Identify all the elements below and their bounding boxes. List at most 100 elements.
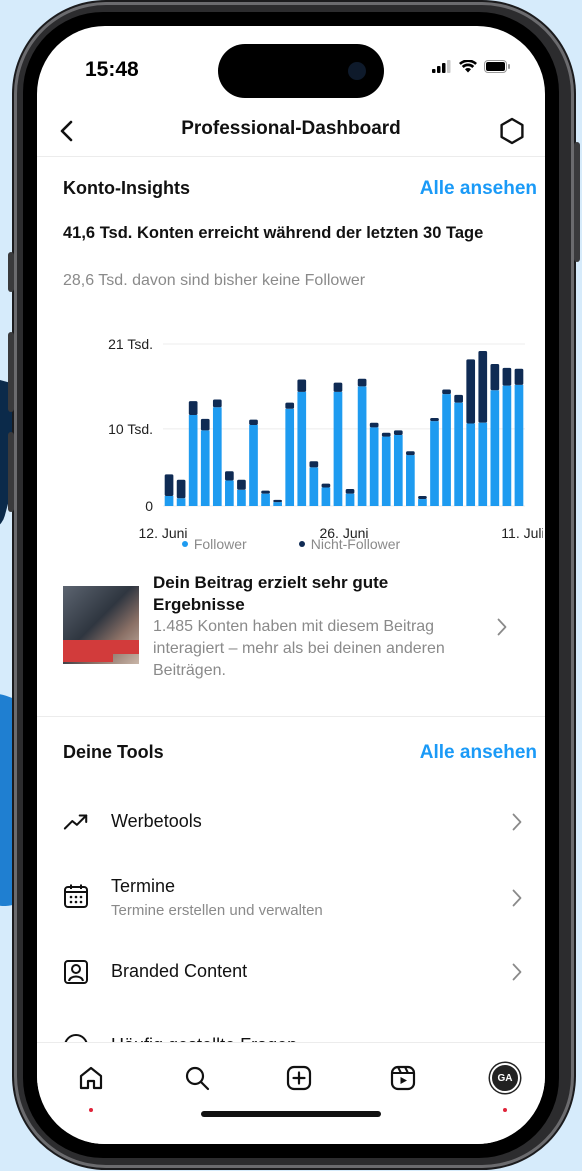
avatar: GA — [490, 1063, 520, 1093]
side-button — [8, 252, 14, 292]
bar-non-follower — [442, 389, 451, 395]
chevron-right-icon — [512, 963, 522, 981]
bar-non-follower — [176, 479, 186, 499]
bar-non-follower — [490, 364, 500, 391]
tools-title: Deine Tools — [63, 742, 164, 762]
bar-non-follower — [393, 430, 403, 436]
bar-non-follower — [502, 367, 512, 386]
bar-follower — [514, 384, 524, 506]
bar-follower — [164, 495, 174, 506]
bar-follower — [261, 493, 270, 506]
bar-follower — [333, 391, 343, 506]
side-button — [8, 332, 14, 412]
bar-non-follower — [200, 418, 210, 431]
reels-icon — [390, 1065, 416, 1091]
tool-label: Branded Content — [111, 961, 248, 981]
nav-bar: Professional-Dashboard — [37, 104, 545, 158]
bar-non-follower — [212, 399, 222, 408]
status-icons — [432, 60, 511, 73]
tab-home[interactable] — [69, 1056, 113, 1112]
tab-create[interactable] — [277, 1056, 321, 1100]
bar-follower — [321, 487, 331, 506]
bar-follower — [466, 423, 476, 506]
bar-non-follower — [357, 378, 367, 387]
legend-label: Follower — [193, 536, 247, 552]
bar-non-follower — [297, 379, 307, 392]
tool-label: Werbetools — [111, 811, 202, 831]
bar-non-follower — [430, 418, 439, 422]
insights-see-all-link[interactable]: Alle ansehen — [420, 178, 537, 200]
bar-non-follower — [406, 451, 415, 456]
reach-summary: 41,6 Tsd. Konten erreicht während der le… — [63, 224, 484, 242]
bar-follower — [176, 498, 186, 506]
bar-non-follower — [237, 479, 246, 490]
tool-item-werbetools[interactable]: Werbetools — [37, 792, 545, 852]
bar-follower — [357, 386, 367, 506]
chevron-right-icon — [512, 813, 522, 831]
branded-content-icon — [63, 959, 89, 985]
bar-follower — [249, 425, 258, 506]
bar-non-follower — [273, 499, 282, 503]
camera-icon — [348, 62, 366, 80]
notification-dot — [503, 1108, 507, 1112]
bar-non-follower — [188, 401, 198, 415]
page-title: Professional-Dashboard — [181, 118, 401, 139]
bar-follower — [406, 455, 415, 506]
bar-non-follower — [454, 394, 463, 403]
tab-profile[interactable]: GA — [483, 1056, 527, 1112]
status-time: 15:48 — [85, 58, 139, 81]
divider — [37, 1042, 545, 1043]
tool-sublabel: Termine erstellen und verwalten — [111, 902, 323, 919]
bar-non-follower — [309, 461, 319, 468]
y-tick-label: 0 — [145, 498, 153, 514]
bar-follower — [430, 421, 439, 506]
bar-non-follower — [478, 350, 488, 423]
bar-follower — [200, 430, 210, 506]
post-thumbnail — [63, 586, 139, 664]
bar-follower — [237, 489, 246, 506]
legend-item-follower: Follower — [181, 536, 247, 552]
bar-follower — [454, 402, 463, 506]
bar-follower — [369, 427, 379, 506]
chevron-right-icon — [497, 618, 507, 636]
divider — [37, 156, 545, 157]
reach-subtitle: 28,6 Tsd. davon sind bisher keine Follow… — [63, 272, 366, 289]
tool-item-branded-content[interactable]: Branded Content — [37, 942, 545, 1002]
tab-reels[interactable] — [381, 1056, 425, 1100]
screen: 15:48 Professional-Dashboard Konto-Insig… — [37, 26, 545, 1144]
bar-follower — [285, 408, 295, 506]
top-post-card[interactable]: Dein Beitrag erzielt sehr gute Ergebniss… — [63, 572, 523, 682]
notification-dot — [89, 1108, 93, 1112]
bar-follower — [273, 502, 282, 506]
tool-item-termine[interactable]: Termine Termine erstellen und verwalten — [37, 866, 545, 926]
divider — [37, 716, 545, 717]
bar-follower — [309, 467, 319, 506]
side-button — [8, 432, 14, 512]
bar-follower — [478, 422, 488, 506]
bar-non-follower — [381, 432, 391, 437]
calendar-icon — [63, 883, 89, 909]
bar-non-follower — [418, 495, 427, 500]
tools-see-all-link[interactable]: Alle ansehen — [420, 742, 537, 764]
signal-icon — [432, 60, 451, 73]
legend-dot — [181, 541, 188, 548]
trending-up-icon — [63, 809, 89, 835]
bar-follower — [418, 499, 427, 506]
bar-non-follower — [369, 422, 379, 428]
bar-follower — [212, 407, 222, 506]
bar-non-follower — [321, 483, 331, 488]
tab-search[interactable] — [175, 1056, 219, 1100]
bar-non-follower — [285, 402, 295, 409]
search-icon — [185, 1066, 210, 1091]
bar-follower — [225, 480, 234, 506]
settings-button[interactable] — [495, 114, 529, 148]
bar-follower — [345, 493, 355, 506]
y-tick-label: 10 Tsd. — [108, 421, 153, 437]
bar-non-follower — [225, 471, 234, 481]
bar-non-follower — [466, 359, 476, 424]
tab-bar: GA — [37, 1042, 545, 1144]
post-description: 1.485 Konten haben mit diesem Beitrag in… — [153, 618, 445, 679]
side-button — [574, 142, 580, 262]
reach-chart: 010 Tsd.21 Tsd. 12. Juni 26. Juni 11. Juli — [108, 336, 543, 541]
chart-legend: Follower Nicht-Follower — [37, 536, 545, 552]
